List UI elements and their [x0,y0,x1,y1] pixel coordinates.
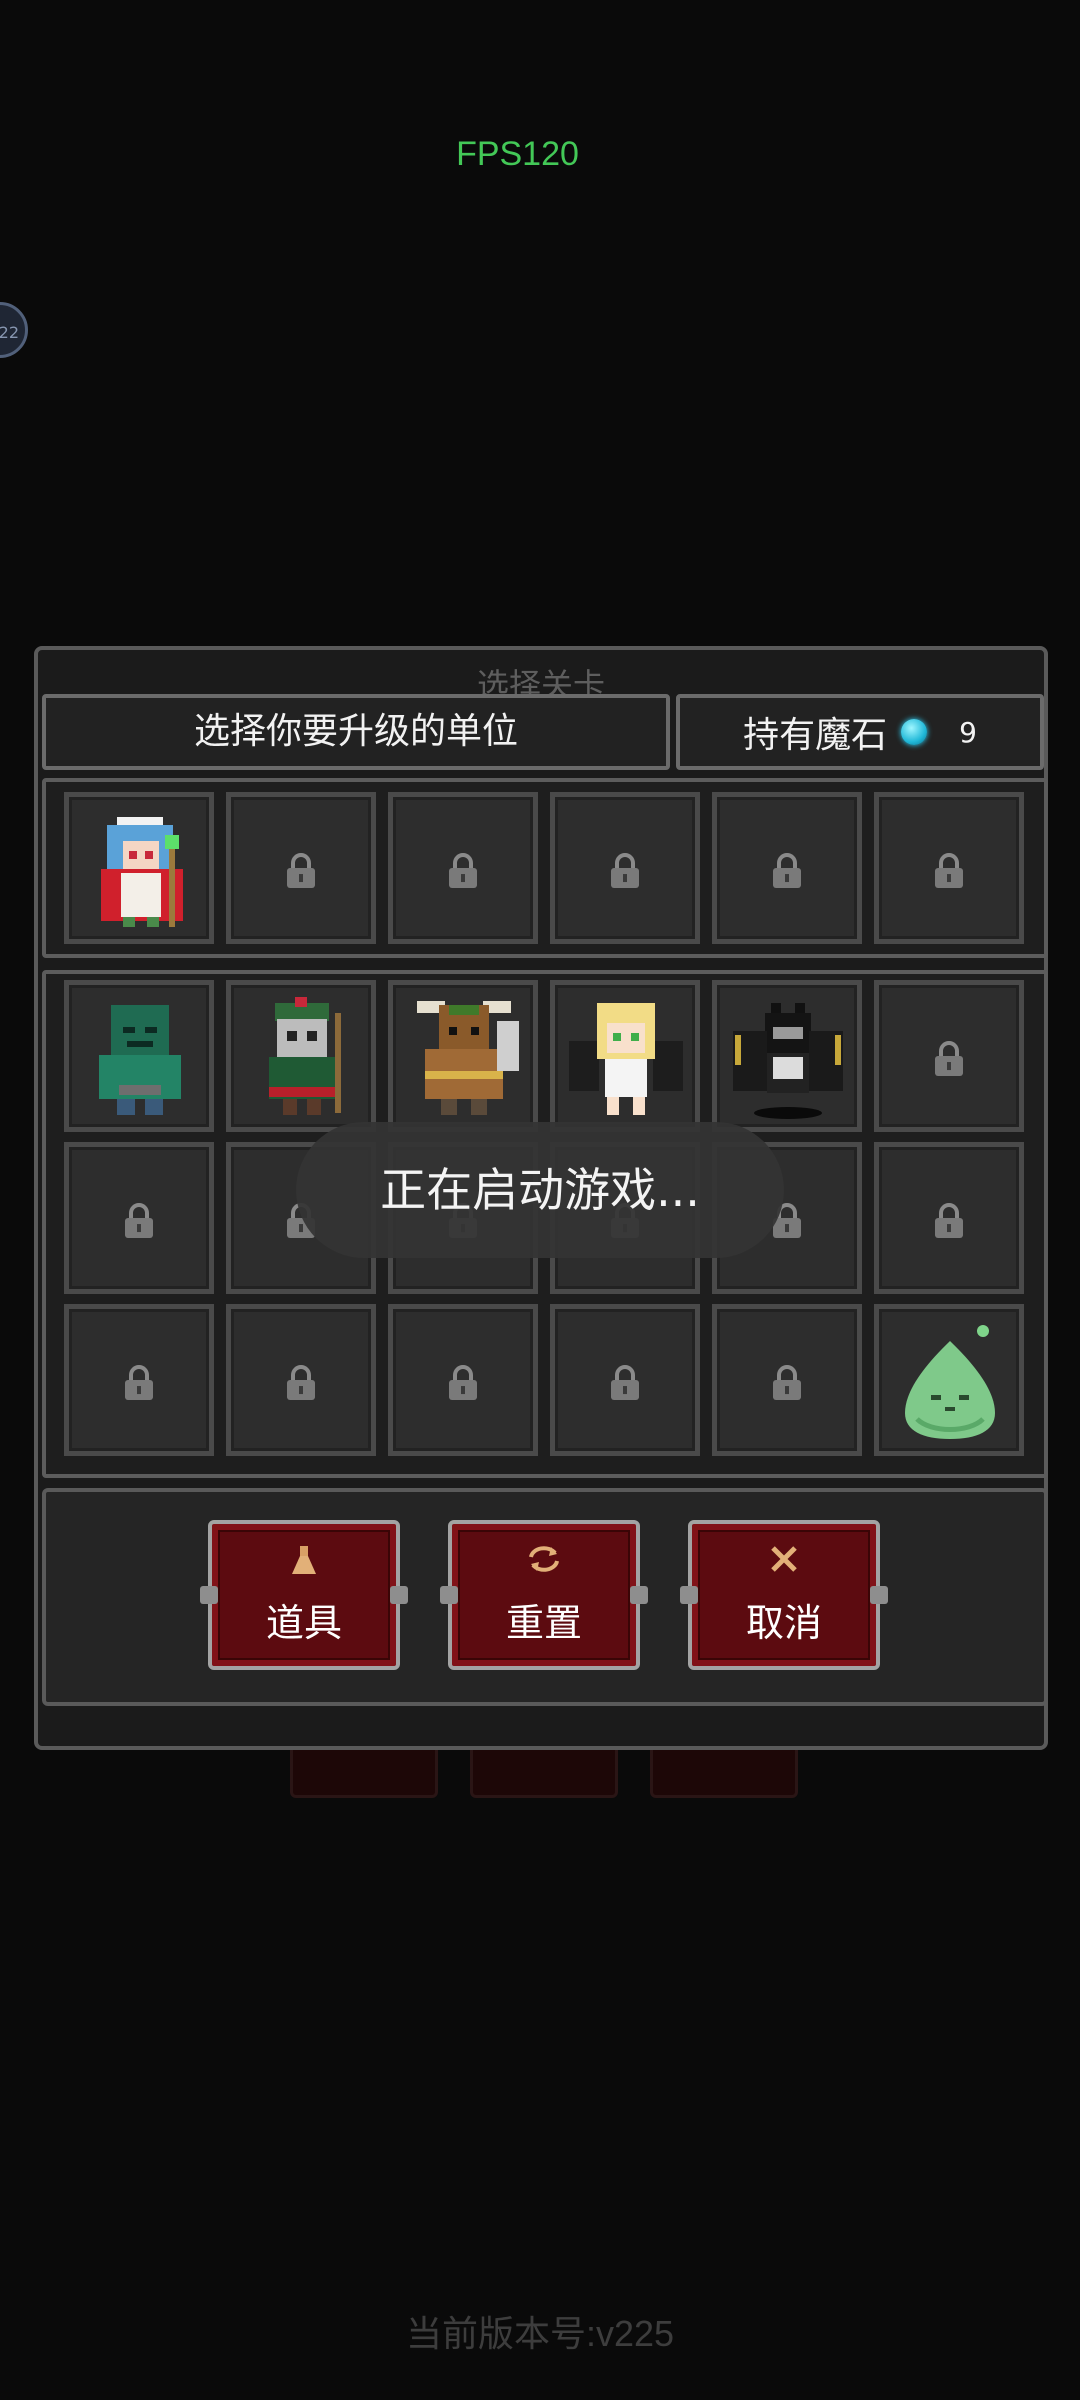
upgrade-instruction: 选择你要升级的单位 [193,711,518,752]
cancel-button[interactable]: 取消 [680,1520,888,1670]
magic-stone-icon [901,719,928,745]
unit-slot-dark-bat[interactable] [712,980,862,1132]
locked-slot[interactable] [874,1142,1024,1294]
locked-slot[interactable] [712,1304,862,1456]
lock-icon [611,1365,639,1401]
gem-count: 9 [959,715,977,749]
masked-shaman-sprite [269,997,341,1115]
locked-slot[interactable] [388,1304,538,1456]
gem-label: 持有魔石 [743,715,888,756]
locked-slot[interactable] [550,1304,700,1456]
green-slime-sprite [905,1325,995,1439]
unit-slot-green-zombie[interactable] [64,980,214,1132]
loading-toast: 正在启动游戏... [296,1122,784,1258]
potion-icon [212,1544,396,1586]
locked-slot[interactable] [874,980,1024,1132]
floating-badge[interactable]: 22 [0,302,28,358]
reset-button[interactable]: 重置 [440,1520,648,1670]
locked-slot[interactable] [874,792,1024,944]
gem-counter: 持有魔石 9 [676,694,1044,770]
lock-icon [773,853,801,889]
items-label: 道具 [265,1601,342,1645]
unit-slot-green-slime[interactable] [874,1304,1024,1456]
locked-slot[interactable] [388,792,538,944]
locked-slot[interactable] [550,792,700,944]
version-label: 当前版本号:v225 [405,2313,675,2354]
reset-label: 重置 [505,1601,582,1645]
lock-icon [935,1203,963,1239]
lock-icon [287,1365,315,1401]
lock-icon [935,1041,963,1077]
green-zombie-sprite [99,1005,181,1115]
blonde-angel-sprite [569,1003,683,1115]
lock-icon [773,1365,801,1401]
locked-slot[interactable] [226,792,376,944]
lock-icon [611,853,639,889]
lock-icon [935,853,963,889]
lock-icon [449,853,477,889]
fps-counter: FPS120 [456,135,579,173]
dark-bat-sprite [733,1003,843,1119]
locked-slot[interactable] [226,1304,376,1456]
unit-slot-masked-shaman[interactable] [226,980,376,1132]
lock-icon [125,1365,153,1401]
hero-grid [42,778,1048,958]
refresh-icon [452,1544,636,1582]
locked-slot[interactable] [712,792,862,944]
locked-slot[interactable] [64,1304,214,1456]
items-button[interactable]: 道具 [200,1520,408,1670]
locked-slot[interactable] [64,1142,214,1294]
unit-slot-princess-mage[interactable] [64,792,214,944]
cancel-label: 取消 [745,1601,822,1645]
unit-slot-minotaur-warrior[interactable] [388,980,538,1132]
close-icon [692,1544,876,1582]
minotaur-warrior-sprite [417,1001,519,1115]
upgrade-header: 选择你要升级的单位 [42,694,670,770]
lock-icon [125,1203,153,1239]
unit-slot-blonde-angel[interactable] [550,980,700,1132]
princess-mage-sprite [101,817,183,927]
lock-icon [287,853,315,889]
lock-icon [449,1365,477,1401]
